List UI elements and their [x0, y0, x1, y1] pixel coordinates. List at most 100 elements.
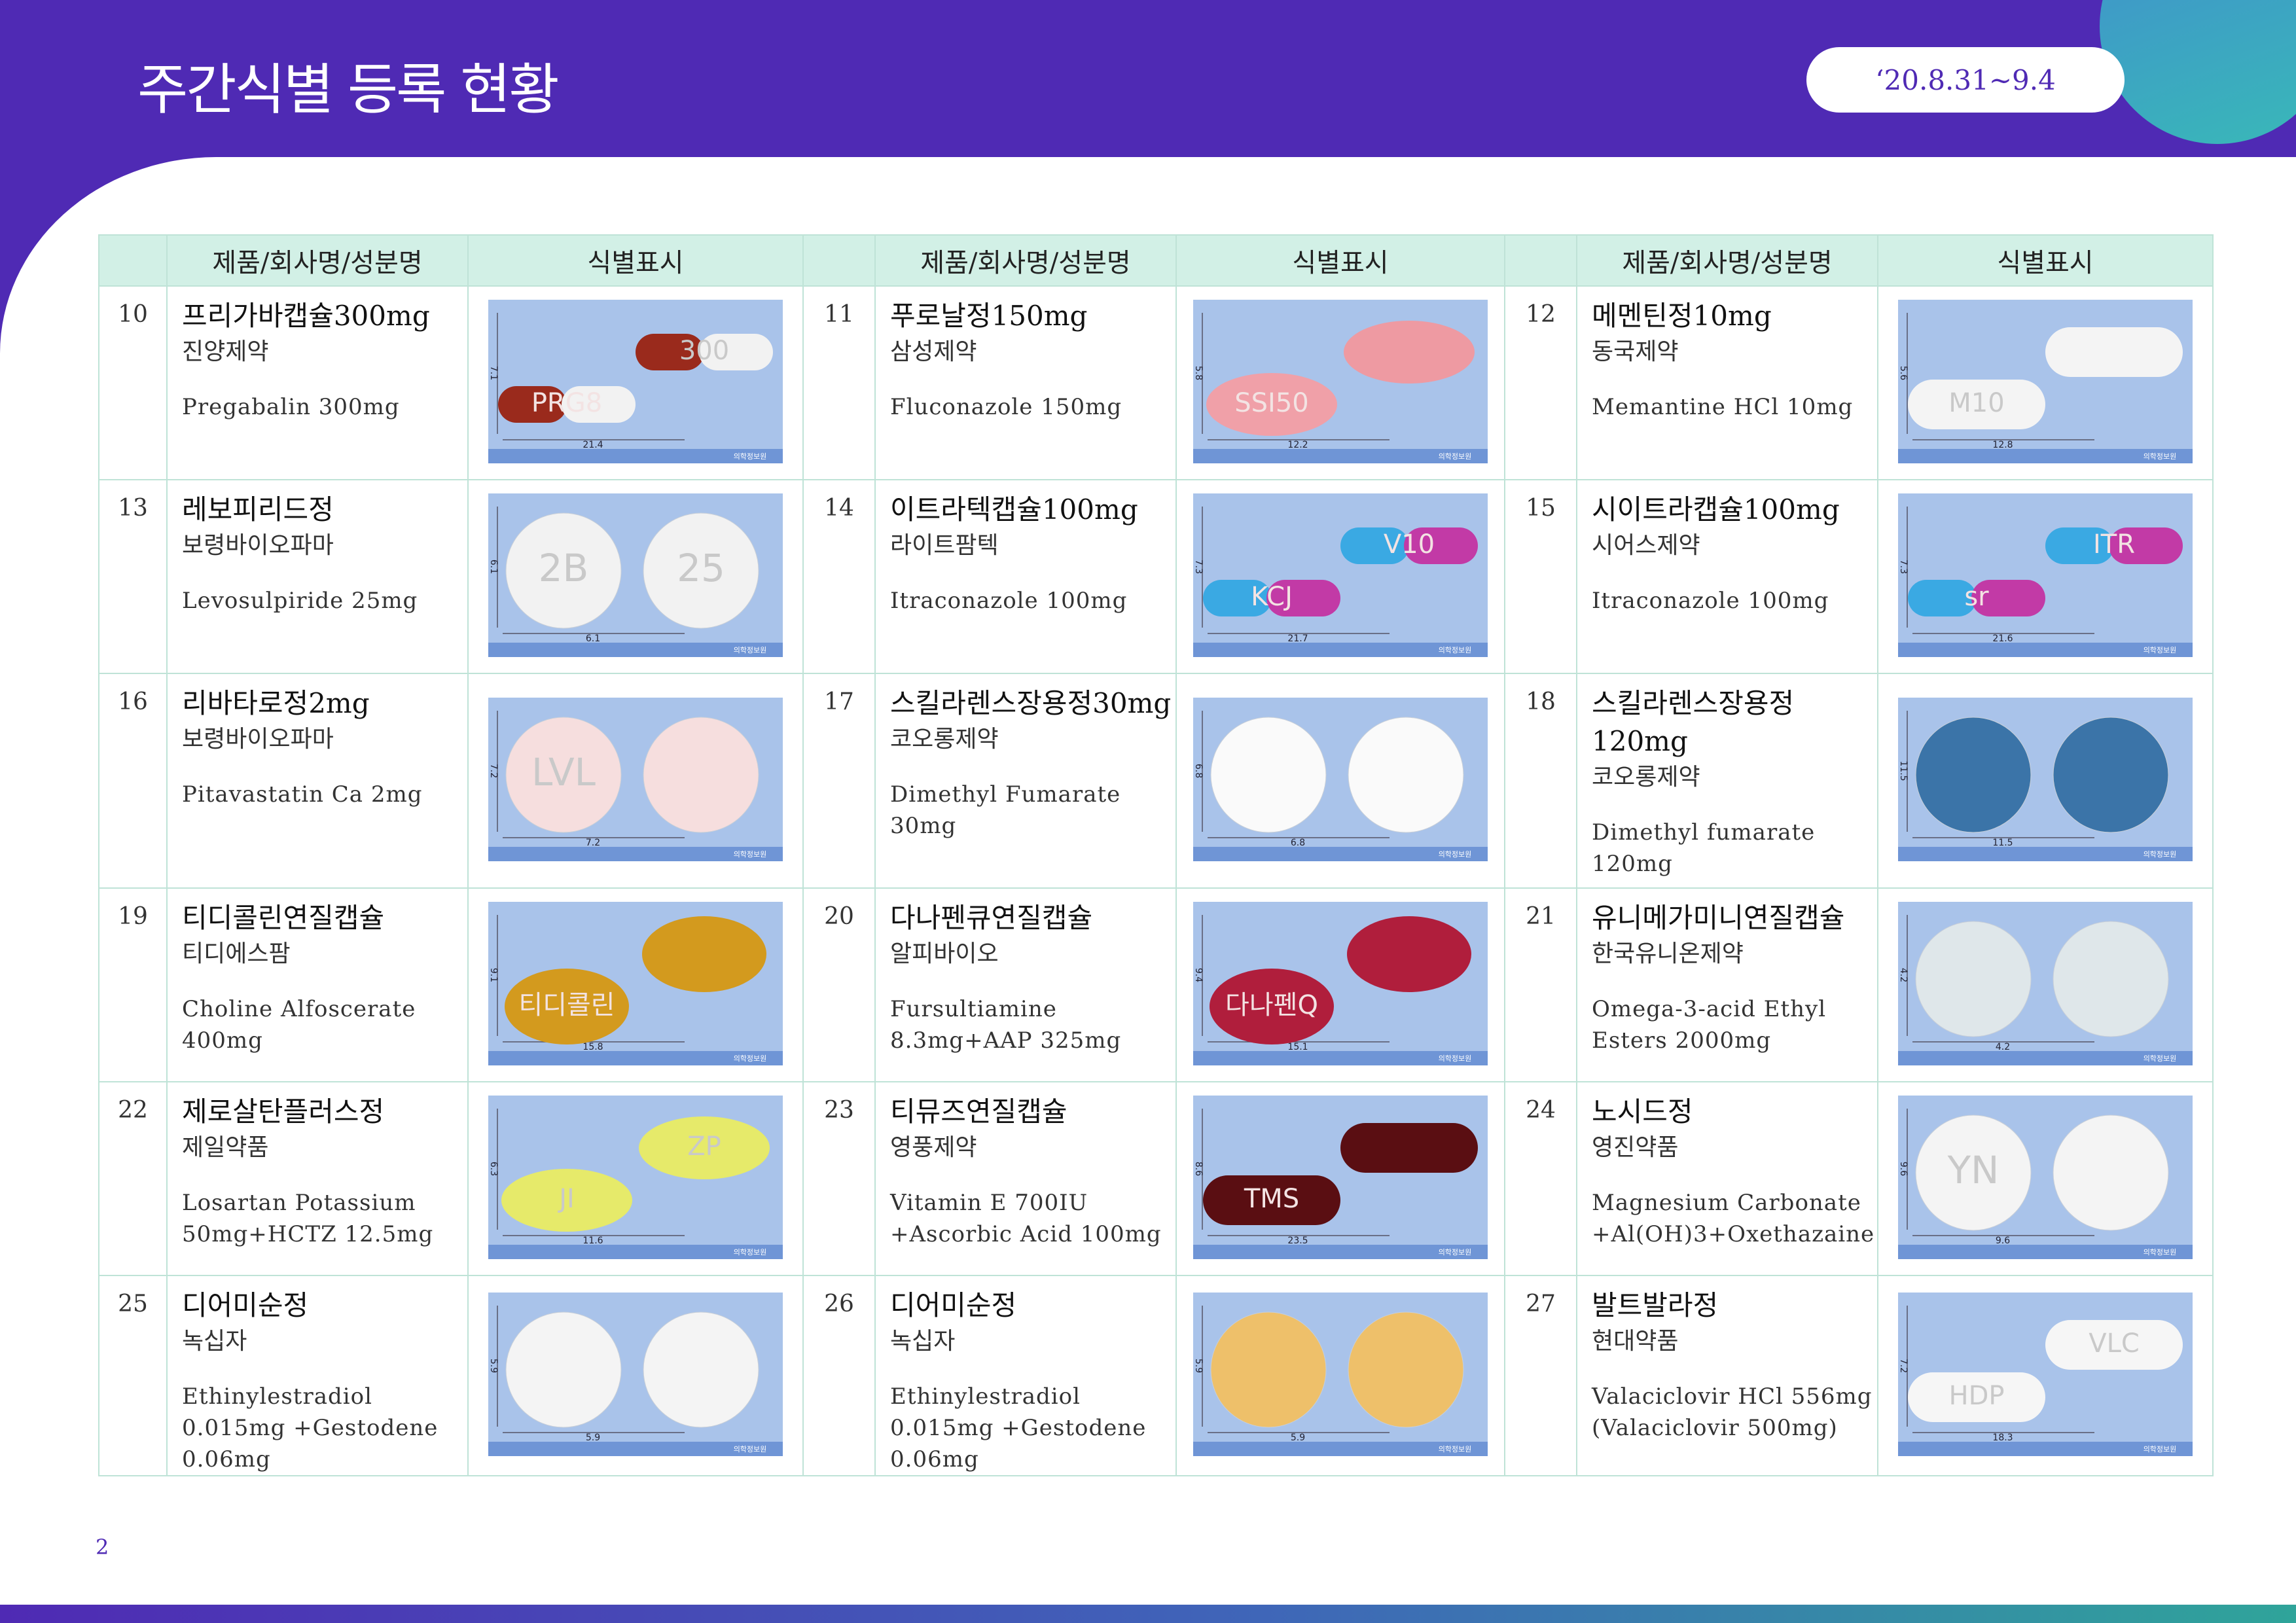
- pill-imprint-1: JI: [557, 1184, 575, 1214]
- photo-footer-label: 의학정보원: [2144, 452, 2177, 461]
- pill-photo-svg: 의학정보원 7.3 21.6 sr ITR: [1898, 493, 2193, 657]
- item-number: 22: [98, 1081, 168, 1276]
- footer-bar: [0, 1605, 2296, 1623]
- pill-imprint-2: 300: [679, 336, 729, 366]
- identifier-cell: 의학정보원 5.6 12.8 M10: [1877, 285, 2214, 480]
- product-name: 푸로날정150mg: [890, 300, 1088, 332]
- item-number: 19: [98, 887, 168, 1082]
- item-number: 26: [802, 1275, 876, 1476]
- photo-footer-label: 의학정보원: [1439, 1445, 1472, 1454]
- height-dimension-label: 6.1: [488, 560, 499, 574]
- header-number: [1504, 234, 1577, 287]
- ingredient: Fursultiamine 8.3mg+AAP 325mg: [890, 996, 1122, 1054]
- header-number: [98, 234, 168, 287]
- height-dimension-label: 5.9: [488, 1359, 499, 1373]
- identifier-cell: 의학정보원 6.1 6.1 2B 25: [467, 479, 804, 674]
- identifier-cell: 의학정보원 7.1 21.4 PRG8 300: [467, 285, 804, 480]
- pill-imprint-1: KCJ: [1251, 582, 1293, 612]
- pill-photo-svg: 의학정보원 6.8 6.8: [1193, 698, 1488, 861]
- identifier-cell: 의학정보원 9.1 15.8 티디콜린: [467, 887, 804, 1082]
- pill-photo: 의학정보원 7.1 21.4 PRG8 300: [488, 300, 783, 463]
- item-number: 24: [1504, 1081, 1577, 1276]
- pill-photo-svg: 의학정보원 7.3 21.7 KCJ V10: [1193, 493, 1488, 657]
- identifier-cell: 의학정보원 9.4 15.1 다나펜Q: [1175, 887, 1505, 1082]
- photo-footer-label: 의학정보원: [2144, 1054, 2177, 1063]
- identifier-cell: 의학정보원 6.3 11.6 JI ZP: [467, 1081, 804, 1276]
- pill-2: [2053, 921, 2169, 1037]
- height-dimension-label: 4.2: [1898, 968, 1909, 982]
- pill-imprint-2: V10: [1384, 529, 1435, 560]
- product-name: 스킬라렌스장용정30mg: [890, 687, 1172, 719]
- ingredient: Pitavastatin Ca 2mg: [182, 781, 423, 808]
- company-name: 제일약품: [182, 1134, 269, 1161]
- product-info-cell: 디어미순정 녹십자 Ethinylestradiol 0.015mg +Gestod…: [166, 1275, 469, 1476]
- pill-imprint-1: TMS: [1244, 1184, 1299, 1214]
- ingredient: Pregabalin 300mg: [182, 394, 400, 420]
- product-info-cell: 스킬라렌스장용정30mg 코오롱제약 Dimethyl Fumarate 30mg: [874, 673, 1177, 889]
- pill-1: [1210, 717, 1327, 833]
- height-dimension-label: 9.4: [1193, 968, 1204, 982]
- height-dimension-label: 8.6: [1193, 1162, 1204, 1176]
- photo-footer-label: 의학정보원: [2144, 850, 2177, 859]
- product-name: 이트라텍캡슐100mg: [890, 493, 1138, 526]
- item-number: 18: [1504, 673, 1577, 889]
- pill-2: [642, 916, 766, 992]
- item-number: 21: [1504, 887, 1577, 1082]
- pill-imprint-2: 25: [677, 546, 725, 590]
- header-identifier: 식별표시: [1175, 234, 1505, 287]
- product-info-cell: 메멘틴정10mg 동국제약 Memantine HCl 10mg: [1576, 285, 1878, 480]
- identifier-cell: 의학정보원 11.5 11.5: [1877, 673, 2214, 889]
- ingredient: Valaciclovir HCl 556mg (Valaciclovir 500…: [1592, 1383, 1873, 1441]
- photo-footer-label: 의학정보원: [734, 646, 767, 654]
- pill-photo: 의학정보원 6.1 6.1 2B 25: [488, 493, 783, 657]
- width-dimension-label: 18.3: [1992, 1433, 2013, 1443]
- width-dimension-label: 7.2: [586, 838, 600, 848]
- company-name: 영진약품: [1592, 1134, 1679, 1161]
- company-name: 코오롱제약: [890, 726, 999, 753]
- ingredient: Losartan Potassium 50mg+HCTZ 12.5mg: [182, 1190, 434, 1247]
- item-number: 13: [98, 479, 168, 674]
- pill-photo-svg: 의학정보원 6.1 6.1 2B 25: [488, 493, 783, 657]
- identifier-cell: 의학정보원 8.6 23.5 TMS: [1175, 1081, 1505, 1276]
- photo-footer-label: 의학정보원: [2144, 1248, 2177, 1257]
- pill-imprint-1: PRG8: [531, 388, 602, 418]
- header-number: [802, 234, 876, 287]
- company-name: 코오롱제약: [1592, 764, 1700, 791]
- item-number: 11: [802, 285, 876, 480]
- pill-2: [2053, 717, 2169, 833]
- pill-2: [2053, 1115, 2169, 1231]
- header-product: 제품/회사명/성분명: [166, 234, 469, 287]
- pill-1: [1915, 717, 2032, 833]
- width-dimension-label: 11.6: [583, 1236, 603, 1246]
- pill-imprint-1: YN: [1947, 1148, 2000, 1192]
- pill-photo-svg: 의학정보원 7.1 21.4 PRG8 300: [488, 300, 783, 463]
- ingredient: Dimethyl Fumarate 30mg: [890, 781, 1121, 839]
- identifier-cell: 의학정보원 9.6 9.6 YN: [1877, 1081, 2214, 1276]
- pill-photo-svg: 의학정보원 9.1 15.8 티디콜린: [488, 902, 783, 1065]
- date-range-badge: ‘20.8.31~9.4: [1806, 47, 2125, 113]
- pill-photo: 의학정보원 5.9 5.9: [488, 1293, 783, 1456]
- item-number: 15: [1504, 479, 1577, 674]
- width-dimension-label: 9.6: [1996, 1236, 2010, 1246]
- height-dimension-label: 6.8: [1193, 764, 1204, 778]
- pill-1: [505, 1311, 622, 1428]
- pill-photo: 의학정보원 6.8 6.8: [1193, 698, 1488, 861]
- header-product: 제품/회사명/성분명: [1576, 234, 1878, 287]
- width-dimension-label: 21.4: [583, 440, 603, 450]
- pill-2: [1347, 916, 1471, 992]
- identifier-cell: 의학정보원 6.8 6.8: [1175, 673, 1505, 889]
- height-dimension-label: 6.3: [488, 1162, 499, 1176]
- width-dimension-label: 12.8: [1992, 440, 2013, 450]
- product-name: 디어미순정: [890, 1289, 1017, 1321]
- date-range-text: ‘20.8.31~9.4: [1875, 63, 2056, 96]
- item-number: 23: [802, 1081, 876, 1276]
- pill-imprint-1: HDP: [1949, 1381, 2005, 1411]
- header-identifier: 식별표시: [467, 234, 804, 287]
- ingredient: Fluconazole 150mg: [890, 394, 1122, 420]
- photo-footer-label: 의학정보원: [734, 452, 767, 461]
- identifier-cell: 의학정보원 7.3 21.7 KCJ V10: [1175, 479, 1505, 674]
- ingredient: Levosulpiride 25mg: [182, 588, 418, 614]
- width-dimension-label: 15.8: [583, 1042, 603, 1052]
- product-name: 다나펜큐연질캡슐: [890, 902, 1093, 934]
- width-dimension-label: 5.9: [586, 1433, 600, 1443]
